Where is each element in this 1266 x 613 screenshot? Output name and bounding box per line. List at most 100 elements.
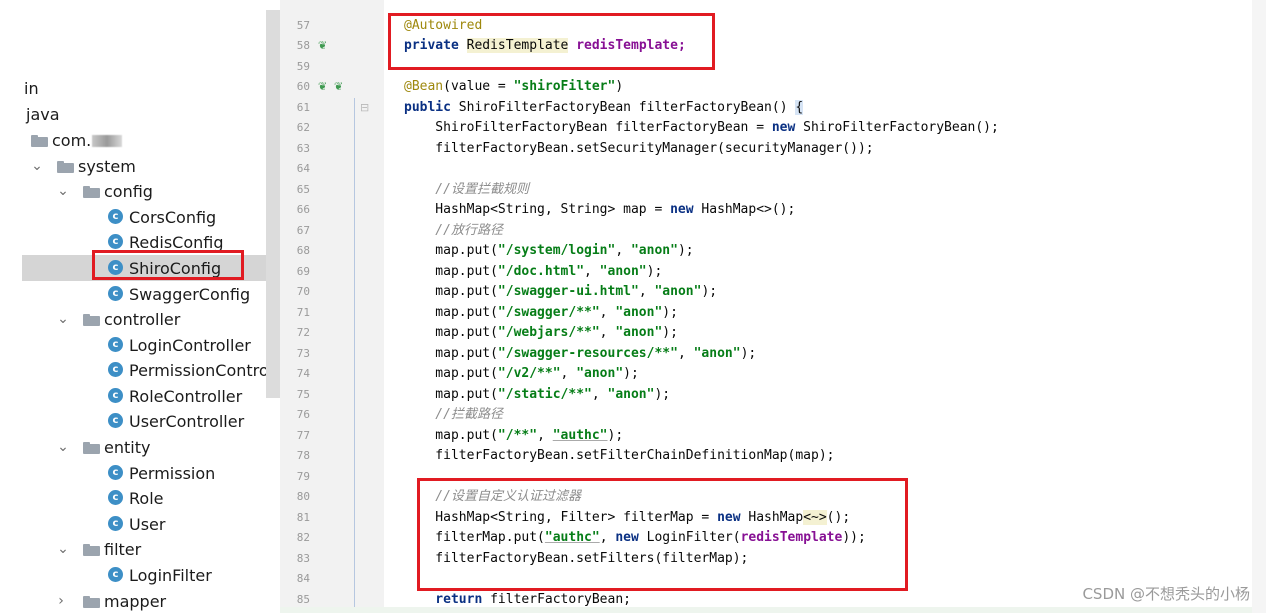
tree-item-com-package[interactable]: com. [0, 127, 280, 153]
class-icon: c [108, 490, 123, 505]
class-icon: c [108, 209, 123, 224]
line-number: 83 [296, 552, 310, 565]
tree-item-label: PermissionControlle [129, 360, 280, 380]
fold-icon[interactable]: ⊟ [360, 98, 369, 118]
line-number: 65 [296, 183, 310, 196]
line-number: 58 [296, 39, 310, 52]
redacted-package-name [92, 135, 123, 147]
tree-item-label: LoginFilter [129, 565, 212, 585]
line-number: 79 [296, 470, 310, 483]
tree-item-label: filter [104, 539, 142, 559]
class-icon: c [108, 362, 123, 377]
editor-gutter: 57 58 59 60 61 62 63 64 65 66 67 68 69 7… [280, 0, 384, 613]
class-icon: c [108, 286, 123, 301]
tree-item-swaggerconfig[interactable]: c SwaggerConfig [0, 281, 280, 307]
chevron-down-icon[interactable]: ⌄ [30, 158, 44, 174]
package-icon [83, 314, 100, 326]
highlight-box-filter-map [417, 478, 908, 591]
code-line-67: //放行路径 [404, 223, 503, 238]
code-line-68: map.put("/system/login", "anon"); [404, 243, 694, 258]
code-line-66: HashMap<String, String> map = new HashMa… [404, 202, 796, 217]
tree-item-entity[interactable]: ⌄ entity [0, 434, 280, 460]
tree-item-config[interactable]: ⌄ config [0, 178, 280, 204]
tree-item-label: com. [52, 130, 92, 150]
tree-item-user[interactable]: c User [0, 511, 280, 537]
tree-item-corsconfig[interactable]: c CorsConfig [0, 204, 280, 230]
package-icon [83, 442, 100, 454]
code-line-71: map.put("/swagger/**", "anon"); [404, 305, 678, 320]
tree-item-rolecontroller[interactable]: c RoleController [0, 383, 280, 409]
tree-item-controller[interactable]: ⌄ controller [0, 306, 280, 332]
line-number: 63 [296, 142, 310, 155]
line-number: 64 [296, 162, 310, 175]
project-tree: in java com. ⌄ system ⌄ config c CorsCon… [0, 0, 280, 613]
tree-item-label: LoginController [129, 335, 251, 355]
line-number: 67 [296, 224, 310, 237]
editor-scrollbar[interactable] [1252, 0, 1266, 613]
code-line-65: //设置拦截规则 [404, 182, 529, 197]
bean-method-icon[interactable]: ❦ [334, 77, 343, 97]
line-number: 75 [296, 388, 310, 401]
line-number: 76 [296, 408, 310, 421]
line-number: 59 [296, 60, 310, 73]
line-number: 60 [296, 80, 310, 93]
code-line-77: map.put("/**", "authc"); [404, 428, 624, 443]
package-icon [31, 135, 48, 147]
chevron-down-icon[interactable]: ⌄ [56, 183, 70, 199]
tree-item-role[interactable]: c Role [0, 485, 280, 511]
line-number: 66 [296, 203, 310, 216]
line-number: 72 [296, 326, 310, 339]
tree-item-filter[interactable]: ⌄ filter [0, 536, 280, 562]
code-line-62: ShiroFilterFactoryBean filterFactoryBean… [404, 120, 999, 135]
line-number: 71 [296, 306, 310, 319]
tree-item-loginfilter[interactable]: c LoginFilter [0, 562, 280, 588]
tree-item-in[interactable]: in [0, 75, 280, 101]
class-icon: c [108, 516, 123, 531]
highlight-box-shiroconfig [92, 250, 244, 280]
chevron-down-icon[interactable]: ⌄ [56, 439, 70, 455]
tree-item-label: RedisConfig [129, 232, 224, 252]
line-number: 74 [296, 367, 310, 380]
class-icon: c [108, 413, 123, 428]
tree-item-label: Role [129, 488, 164, 508]
code-line-63: filterFactoryBean.setSecurityManager(sec… [404, 141, 874, 156]
tree-item-permission[interactable]: c Permission [0, 460, 280, 486]
code-line-78: filterFactoryBean.setFilterChainDefiniti… [404, 448, 835, 463]
tree-item-label: in [24, 78, 39, 98]
watermark: CSDN @不想秃头的小杨 [1082, 585, 1250, 603]
code-line-76: //拦截路径 [404, 407, 503, 422]
tree-item-label: Permission [129, 463, 216, 483]
code-line-74: map.put("/v2/**", "anon"); [404, 366, 639, 381]
package-icon [83, 596, 100, 608]
chevron-down-icon[interactable]: ⌄ [56, 541, 70, 557]
line-number: 57 [296, 19, 310, 32]
line-number: 78 [296, 449, 310, 462]
chevron-down-icon[interactable]: ⌄ [56, 311, 70, 327]
line-number: 84 [296, 572, 310, 585]
chevron-right-icon[interactable]: › [54, 593, 68, 609]
tree-item-usercontroller[interactable]: c UserController [0, 408, 280, 434]
class-icon: c [108, 388, 123, 403]
line-number: 62 [296, 121, 310, 134]
tree-item-label: User [129, 514, 166, 534]
code-line-73: map.put("/swagger-resources/**", "anon")… [404, 346, 757, 361]
tree-item-permissioncontroller[interactable]: c PermissionControlle [0, 357, 280, 383]
line-number: 68 [296, 244, 310, 257]
tree-item-label: system [78, 156, 136, 176]
line-number: 69 [296, 265, 310, 278]
bean-injection-icon[interactable]: ❦ [318, 77, 327, 97]
tree-item-logincontroller[interactable]: c LoginController [0, 332, 280, 358]
code-line-61: public ShiroFilterFactoryBean filterFact… [404, 100, 804, 115]
line-number: 80 [296, 490, 310, 503]
bean-injection-icon[interactable]: ❦ [318, 36, 327, 56]
tree-item-label: config [104, 181, 153, 201]
tree-item-system[interactable]: ⌄ system [0, 153, 280, 179]
line-number: 81 [296, 511, 310, 524]
code-line-75: map.put("/static/**", "anon"); [404, 387, 671, 402]
tree-scrollbar[interactable] [266, 10, 280, 398]
tree-item-label: mapper [104, 591, 167, 611]
class-icon: c [108, 567, 123, 582]
tree-item-mapper[interactable]: › mapper [0, 588, 280, 613]
scope-indent-guide [354, 98, 355, 613]
tree-item-java[interactable]: java [0, 101, 280, 127]
